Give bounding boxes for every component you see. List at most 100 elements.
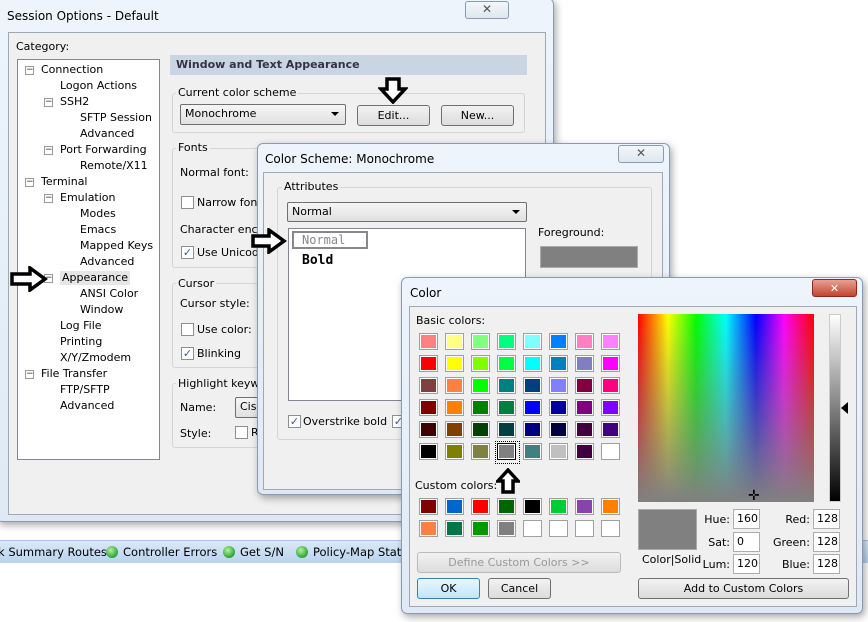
custom-color-swatch[interactable] (471, 520, 490, 537)
tree-item[interactable]: Printing (60, 335, 102, 349)
basic-color-swatch[interactable] (497, 443, 516, 460)
custom-color-swatch[interactable] (549, 498, 568, 515)
basic-color-swatch[interactable] (419, 443, 438, 460)
green-input[interactable]: 128 (813, 532, 840, 552)
luminance-slider[interactable] (829, 314, 841, 502)
basic-color-swatch[interactable] (445, 377, 464, 394)
cancel-button[interactable]: Cancel (488, 578, 551, 599)
new-button[interactable]: New... (441, 105, 514, 126)
basic-color-swatch[interactable] (419, 421, 438, 438)
basic-color-swatch[interactable] (601, 333, 620, 350)
style-checkbox[interactable] (235, 426, 248, 439)
basic-color-swatch[interactable] (601, 399, 620, 416)
basic-color-swatch[interactable] (523, 377, 542, 394)
collapse-icon[interactable]: − (44, 194, 53, 203)
basic-color-swatch[interactable] (445, 443, 464, 460)
tree-item[interactable]: File Transfer (41, 367, 107, 381)
status-item[interactable]: Policy-Map Stat (313, 545, 401, 559)
tree-item[interactable]: SSH2 (60, 95, 89, 109)
custom-color-swatch[interactable] (549, 520, 568, 537)
blue-input[interactable]: 128 (813, 554, 840, 574)
custom-color-swatch[interactable] (575, 520, 594, 537)
basic-color-swatch[interactable] (471, 399, 490, 416)
basic-color-swatch[interactable] (575, 355, 594, 372)
basic-color-swatch[interactable] (549, 377, 568, 394)
basic-color-swatch[interactable] (601, 355, 620, 372)
basic-color-swatch[interactable] (497, 377, 516, 394)
basic-color-swatch[interactable] (471, 333, 490, 350)
custom-color-swatch[interactable] (497, 520, 516, 537)
basic-color-swatch[interactable] (497, 421, 516, 438)
tree-item[interactable]: Terminal (41, 175, 88, 189)
basic-color-swatch[interactable] (445, 355, 464, 372)
basic-color-swatch[interactable] (601, 421, 620, 438)
tree-item[interactable]: X/Y/Zmodem (60, 351, 131, 365)
collapse-icon[interactable]: − (44, 98, 53, 107)
custom-color-swatch[interactable] (419, 520, 438, 537)
tree-item[interactable]: Advanced (80, 127, 134, 141)
custom-color-swatch[interactable] (601, 520, 620, 537)
basic-color-swatch[interactable] (419, 333, 438, 350)
basic-color-swatch[interactable] (419, 399, 438, 416)
tree-item[interactable]: Remote/X11 (80, 159, 148, 173)
tree-item[interactable]: ANSI Color (80, 287, 138, 301)
tree-item[interactable]: SFTP Session (80, 111, 152, 125)
collapse-icon[interactable]: − (44, 146, 53, 155)
basic-color-swatch[interactable] (419, 355, 438, 372)
basic-color-swatch[interactable] (549, 443, 568, 460)
basic-color-swatch[interactable] (497, 355, 516, 372)
narrow-font-checkbox[interactable] (181, 196, 194, 209)
basic-color-swatch[interactable] (523, 333, 542, 350)
foreground-swatch[interactable] (540, 246, 638, 268)
blinking-checkbox[interactable]: ✓ (181, 347, 194, 360)
list-item-bold[interactable]: Bold (302, 253, 333, 268)
basic-color-swatch[interactable] (549, 421, 568, 438)
basic-color-swatch[interactable] (575, 443, 594, 460)
basic-color-swatch[interactable] (575, 399, 594, 416)
basic-color-swatch[interactable] (445, 333, 464, 350)
close-button[interactable]: ✕ (465, 1, 509, 19)
close-button[interactable]: ✕ (618, 145, 664, 163)
basic-color-swatch[interactable] (523, 399, 542, 416)
red-input[interactable]: 128 (813, 509, 840, 529)
tree-item[interactable]: Log File (60, 319, 102, 333)
basic-color-swatch[interactable] (523, 443, 542, 460)
tree-item[interactable]: FTP/SFTP (60, 383, 110, 397)
basic-color-swatch[interactable] (601, 377, 620, 394)
overstrike-bold-checkbox[interactable]: ✓ (288, 415, 301, 428)
color-scheme-select[interactable]: Monochrome (180, 104, 346, 125)
basic-color-swatch[interactable] (549, 399, 568, 416)
luminance-pointer-icon[interactable] (841, 402, 848, 414)
tree-item[interactable]: Port Forwarding (60, 143, 147, 157)
color-spectrum[interactable] (638, 314, 814, 502)
basic-color-swatch[interactable] (549, 333, 568, 350)
custom-color-swatch[interactable] (419, 498, 438, 515)
status-item[interactable]: Controller Errors (123, 545, 217, 559)
add-to-custom-colors-button[interactable]: Add to Custom Colors (638, 578, 849, 599)
basic-color-swatch[interactable] (575, 421, 594, 438)
custom-color-swatch[interactable] (445, 498, 464, 515)
basic-color-swatch[interactable] (471, 377, 490, 394)
custom-color-swatch[interactable] (601, 498, 620, 515)
tree-item[interactable]: Mapped Keys (80, 239, 153, 253)
tree-item[interactable]: Advanced (80, 255, 134, 269)
collapse-icon[interactable]: − (25, 370, 34, 379)
basic-color-swatch[interactable] (419, 377, 438, 394)
attribute-select[interactable]: Normal (287, 202, 527, 222)
status-item[interactable]: k Summary Routes (0, 545, 107, 559)
custom-color-swatch[interactable] (497, 498, 516, 515)
basic-color-swatch[interactable] (575, 333, 594, 350)
custom-color-swatch[interactable] (445, 520, 464, 537)
use-unicode-checkbox[interactable]: ✓ (181, 246, 194, 259)
tree-item[interactable]: Connection (41, 63, 103, 77)
status-item[interactable]: Get S/N (240, 545, 284, 559)
basic-color-swatch[interactable] (497, 333, 516, 350)
tree-item[interactable]: Emulation (60, 191, 116, 205)
custom-color-swatch[interactable] (523, 520, 542, 537)
category-tree[interactable]: − Connection Logon Actions − SSH2 SFTP Sessio… (17, 59, 160, 460)
tree-item[interactable]: Emacs (80, 223, 116, 237)
basic-color-swatch[interactable] (471, 421, 490, 438)
basic-color-swatch[interactable] (471, 355, 490, 372)
use-color-checkbox[interactable] (181, 323, 194, 336)
basic-color-swatch[interactable] (601, 443, 620, 460)
